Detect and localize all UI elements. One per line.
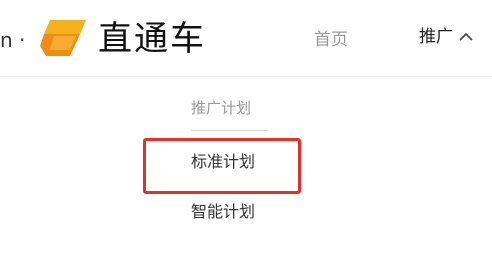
menu-item-smart-plan[interactable]: 智能计划 xyxy=(191,200,255,224)
nav-home-link[interactable]: 首页 xyxy=(314,26,348,54)
menu-item-standard-plan[interactable]: 标准计划 xyxy=(191,150,255,174)
nav-promo-label: 推广 xyxy=(419,27,453,47)
chevron-up-icon xyxy=(459,32,473,41)
logo-text[interactable]: 直通车 xyxy=(98,16,206,62)
dropdown-header: 推广计划 xyxy=(191,99,252,117)
truncated-breadcrumb: n · xyxy=(0,28,26,52)
nav-promo-menu[interactable]: 推广 xyxy=(419,23,473,51)
dropdown-header-divider xyxy=(191,130,268,131)
zhitongche-logo-icon[interactable] xyxy=(40,18,88,58)
header-divider xyxy=(0,76,492,77)
